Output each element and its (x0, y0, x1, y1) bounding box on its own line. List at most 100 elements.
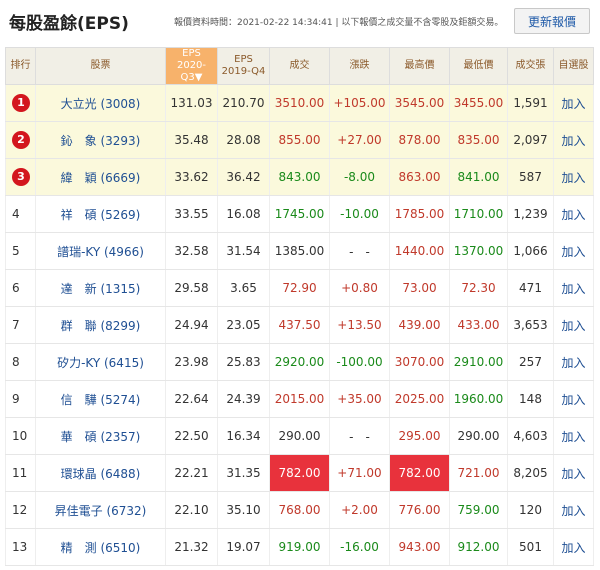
add-watchlist-link[interactable]: 加入 (553, 306, 594, 344)
price-cell: 782.00 (269, 454, 330, 492)
add-watchlist-link[interactable]: 加入 (553, 158, 594, 196)
change-cell: - - (329, 417, 390, 455)
stock-link[interactable]: 昇佳電子 (6732) (35, 491, 166, 529)
table-row: 11 環球晶 (6488) 22.21 31.35 782.00 +71.00 782.00… (5, 454, 594, 492)
price-cell: 3510.00 (269, 84, 330, 122)
eps-2019-q4: 28.08 (217, 121, 270, 159)
table-row: 9信 驊 (5274) 22.64 24.39 2015.00 +35.00 2025.0… (5, 380, 594, 418)
price-cell: 855.00 (269, 121, 330, 159)
volume-cell: 2,097 (507, 121, 554, 159)
volume-cell: 4,603 (507, 417, 554, 455)
price-cell: 1745.00 (269, 195, 330, 233)
add-watchlist-link[interactable]: 加入 (553, 380, 594, 418)
price-cell: 437.50 (269, 306, 330, 344)
column-header: 漲跌 (329, 47, 390, 85)
high-cell: 73.00 (389, 269, 450, 307)
refresh-quotes-button[interactable]: 更新報價 (514, 8, 590, 34)
add-watchlist-link[interactable]: 加入 (553, 343, 594, 381)
volume-cell: 257 (507, 343, 554, 381)
stock-link[interactable]: 群 聯 (8299) (35, 306, 166, 344)
stock-link[interactable]: 矽力-KY (6415) (35, 343, 166, 381)
column-header[interactable]: EPS 2019-Q4 (217, 47, 270, 85)
eps-2020-q3: 33.55 (165, 195, 218, 233)
stock-link[interactable]: 達 新 (1315) (35, 269, 166, 307)
volume-cell: 1,591 (507, 84, 554, 122)
add-watchlist-link[interactable]: 加入 (553, 232, 594, 270)
eps-2019-q4: 25.83 (217, 343, 270, 381)
table-row: 5 譜瑞-KY (4966) 32.58 31.54 1385.00- -1440.00… (5, 232, 594, 270)
low-cell: 912.00 (449, 528, 508, 566)
column-header[interactable]: EPS 2020-Q3▼ (165, 47, 218, 85)
rank-badge: 1 (12, 94, 30, 112)
eps-2019-q4: 16.08 (217, 195, 270, 233)
rank-badge: 2 (12, 131, 30, 149)
add-watchlist-link[interactable]: 加入 (553, 269, 594, 307)
eps-2019-q4: 210.70 (217, 84, 270, 122)
add-watchlist-link[interactable]: 加入 (553, 195, 594, 233)
high-cell: 1785.00 (389, 195, 450, 233)
change-cell: +13.50 (329, 306, 390, 344)
stock-link[interactable]: 鈊 象 (3293) (35, 121, 166, 159)
high-cell: 3070.00 (389, 343, 450, 381)
stock-link[interactable]: 緯 穎 (6669) (35, 158, 166, 196)
rank-cell: 5 (5, 232, 36, 270)
eps-2020-q3: 22.10 (165, 491, 218, 529)
table-row: 12 昇佳電子 (6732) 22.10 35.10 768.00 +2.00 776.00… (5, 491, 594, 529)
add-watchlist-link[interactable]: 加入 (553, 454, 594, 492)
add-watchlist-link[interactable]: 加入 (553, 84, 594, 122)
high-cell: 782.00 (389, 454, 450, 492)
table-row: 6達 新 (1315) 29.58 3.65 72.90 +0.80 73.00 72.30… (5, 269, 594, 307)
change-cell: +35.00 (329, 380, 390, 418)
table-row: 4祥 碩 (5269) 33.55 16.08 1745.00 -10.00 1785.0… (5, 195, 594, 233)
add-watchlist-link[interactable]: 加入 (553, 528, 594, 566)
page-title: 每股盈餘(EPS) (9, 14, 129, 34)
price-cell: 768.00 (269, 491, 330, 529)
stock-link[interactable]: 華 碩 (2357) (35, 417, 166, 455)
eps-2020-q3: 22.50 (165, 417, 218, 455)
eps-2019-q4: 31.35 (217, 454, 270, 492)
stock-link[interactable]: 譜瑞-KY (4966) (35, 232, 166, 270)
stock-link[interactable]: 信 驊 (5274) (35, 380, 166, 418)
column-header: 成交 (269, 47, 330, 85)
change-cell: -8.00 (329, 158, 390, 196)
rank-cell: 13 (5, 528, 36, 566)
high-cell: 295.00 (389, 417, 450, 455)
stock-link[interactable]: 祥 碩 (5269) (35, 195, 166, 233)
column-header: 排行 (5, 47, 36, 85)
eps-2019-q4: 35.10 (217, 491, 270, 529)
add-watchlist-link[interactable]: 加入 (553, 121, 594, 159)
low-cell: 835.00 (449, 121, 508, 159)
change-cell: +71.00 (329, 454, 390, 492)
eps-2019-q4: 19.07 (217, 528, 270, 566)
change-cell: -10.00 (329, 195, 390, 233)
volume-cell: 501 (507, 528, 554, 566)
eps-2019-q4: 31.54 (217, 232, 270, 270)
rank-cell: 6 (5, 269, 36, 307)
column-header: 股票 (35, 47, 166, 85)
low-cell: 3455.00 (449, 84, 508, 122)
eps-2020-q3: 21.32 (165, 528, 218, 566)
add-watchlist-link[interactable]: 加入 (553, 491, 594, 529)
change-cell: +2.00 (329, 491, 390, 529)
table-row: 10 華 碩 (2357) 22.50 16.34 290.00- -295.00 290… (5, 417, 594, 455)
change-cell: -100.00 (329, 343, 390, 381)
rank-cell: 3 (5, 158, 36, 196)
high-cell: 1440.00 (389, 232, 450, 270)
change-cell: +27.00 (329, 121, 390, 159)
add-watchlist-link[interactable]: 加入 (553, 417, 594, 455)
stock-link[interactable]: 環球晶 (6488) (35, 454, 166, 492)
column-header: 最高價 (389, 47, 450, 85)
table-row: 3 緯 穎 (6669) 33.62 36.42 843.00 -8.00 863.00 84… (5, 158, 594, 196)
high-cell: 2025.00 (389, 380, 450, 418)
stock-link[interactable]: 精 測 (6510) (35, 528, 166, 566)
volume-cell: 148 (507, 380, 554, 418)
price-cell: 919.00 (269, 528, 330, 566)
eps-2019-q4: 3.65 (217, 269, 270, 307)
stock-link[interactable]: 大立光 (3008) (35, 84, 166, 122)
low-cell: 1710.00 (449, 195, 508, 233)
eps-2020-q3: 33.62 (165, 158, 218, 196)
rank-cell: 8 (5, 343, 36, 381)
price-cell: 290.00 (269, 417, 330, 455)
rank-cell: 4 (5, 195, 36, 233)
low-cell: 433.00 (449, 306, 508, 344)
